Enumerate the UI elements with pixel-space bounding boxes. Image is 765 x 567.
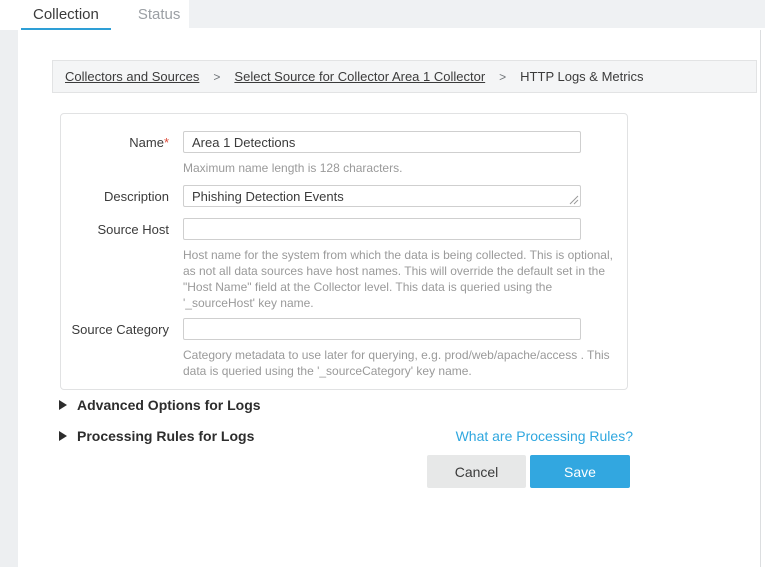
breadcrumb-separator: > bbox=[213, 70, 220, 84]
section-advanced-options[interactable]: Advanced Options for Logs bbox=[59, 397, 261, 413]
breadcrumb-separator: > bbox=[499, 70, 506, 84]
tab-status[interactable]: Status bbox=[126, 0, 193, 32]
section-processing-rules[interactable]: Processing Rules for Logs bbox=[59, 428, 254, 444]
tab-collection[interactable]: Collection bbox=[21, 0, 111, 32]
name-input[interactable] bbox=[183, 131, 581, 153]
source-host-input[interactable] bbox=[183, 218, 581, 240]
breadcrumb-link-collectors[interactable]: Collectors and Sources bbox=[65, 69, 199, 84]
name-row: Name* Maximum name length is 128 charact… bbox=[61, 131, 627, 185]
breadcrumb-current: HTTP Logs & Metrics bbox=[520, 69, 643, 84]
form-actions: Cancel Save bbox=[427, 455, 630, 488]
required-asterisk: * bbox=[164, 135, 169, 150]
source-host-helper: Host name for the system from which the … bbox=[183, 247, 627, 311]
tab-bar: Collection Status bbox=[21, 0, 192, 32]
description-label: Description bbox=[61, 185, 169, 207]
source-category-label: Source Category bbox=[61, 318, 169, 379]
breadcrumb: Collectors and Sources > Select Source f… bbox=[52, 60, 757, 93]
source-host-label: Source Host bbox=[61, 218, 169, 318]
name-label: Name* bbox=[61, 131, 169, 185]
name-label-text: Name bbox=[129, 135, 164, 150]
processing-rules-row: Processing Rules for Logs What are Proce… bbox=[59, 428, 633, 444]
source-category-input[interactable] bbox=[183, 318, 581, 340]
description-row: Description Phishing Detection Events bbox=[61, 185, 627, 207]
advanced-options-label: Advanced Options for Logs bbox=[77, 397, 261, 413]
description-textarea[interactable]: Phishing Detection Events bbox=[183, 185, 581, 207]
triangle-right-icon bbox=[59, 400, 67, 410]
breadcrumb-link-select-source[interactable]: Select Source for Collector Area 1 Colle… bbox=[234, 69, 485, 84]
name-helper: Maximum name length is 128 characters. bbox=[183, 160, 627, 176]
source-category-helper: Category metadata to use later for query… bbox=[183, 347, 627, 379]
save-button[interactable]: Save bbox=[530, 455, 630, 488]
processing-rules-help-link[interactable]: What are Processing Rules? bbox=[456, 428, 633, 444]
cancel-button[interactable]: Cancel bbox=[427, 455, 526, 488]
triangle-right-icon bbox=[59, 431, 67, 441]
left-gutter bbox=[0, 30, 18, 567]
source-category-row: Source Category Category metadata to use… bbox=[61, 318, 627, 379]
header-background bbox=[189, 0, 765, 28]
source-config-page: Collection Status Collectors and Sources… bbox=[0, 0, 765, 567]
source-host-row: Source Host Host name for the system fro… bbox=[61, 218, 627, 318]
source-form-panel: Name* Maximum name length is 128 charact… bbox=[60, 113, 628, 390]
processing-rules-label: Processing Rules for Logs bbox=[77, 428, 254, 444]
